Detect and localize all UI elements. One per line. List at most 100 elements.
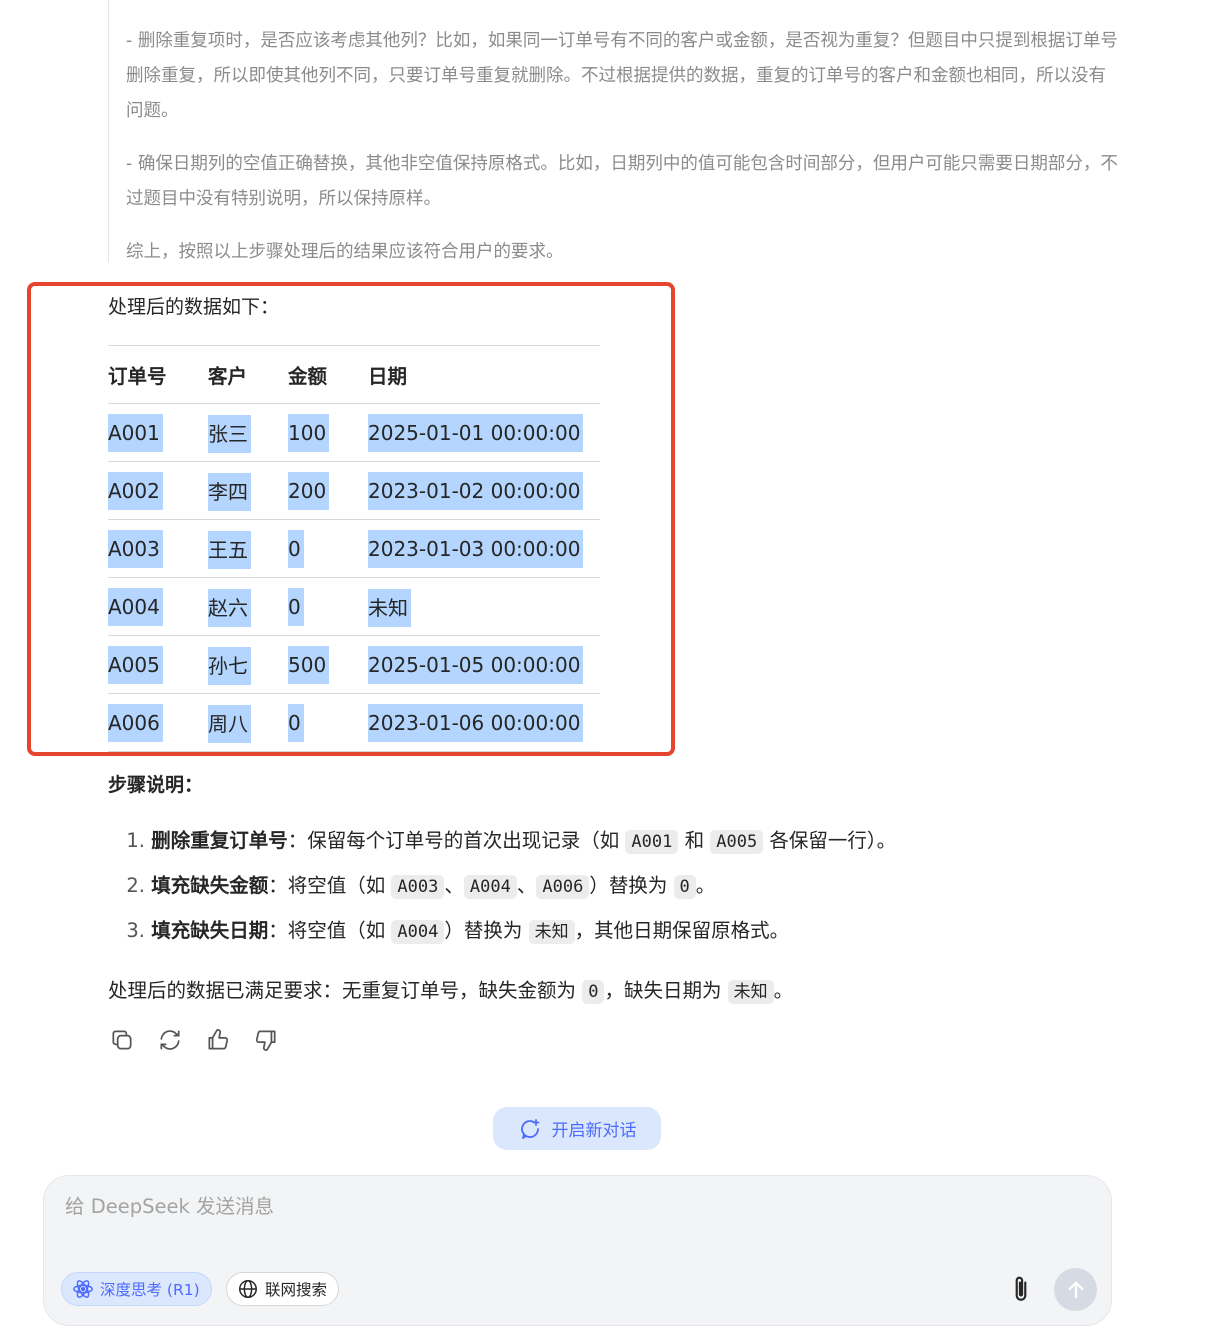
dislike-button[interactable] [252, 1026, 280, 1054]
step-text: 和 [678, 829, 711, 852]
table-cell[interactable]: 张三 [208, 403, 288, 462]
conclusion-text: 处理后的数据已满足要求：无重复订单号，缺失金额为 0 ，缺失日期为 未知。 [108, 974, 793, 1009]
attach-button[interactable] [1004, 1272, 1038, 1306]
table-cell[interactable]: 2023-01-06 00:00:00 [368, 693, 600, 752]
table-cell[interactable]: A004 [108, 577, 208, 636]
table-cell[interactable]: 100 [288, 403, 368, 462]
table-cell[interactable]: 500 [288, 635, 368, 694]
copy-button[interactable] [108, 1026, 136, 1054]
table-cell[interactable]: 2023-01-03 00:00:00 [368, 519, 600, 578]
cell-text: 周八 [208, 705, 251, 743]
table-cell[interactable]: 2023-01-02 00:00:00 [368, 461, 600, 520]
table-cell[interactable]: 2025-01-01 00:00:00 [368, 403, 600, 462]
deep-think-toggle[interactable]: 深度思考 (R1) [61, 1272, 212, 1306]
cell-text: 100 [288, 413, 330, 452]
step-bold-title: 填充缺失日期 [151, 919, 269, 942]
step-bold-title: 删除重复订单号 [151, 829, 288, 852]
cell-text: 李四 [208, 473, 251, 511]
inline-code: A006 [536, 875, 590, 899]
table-cell[interactable]: 孙七 [208, 635, 288, 694]
cell-text: 孙七 [208, 647, 251, 685]
table-cell[interactable]: 0 [288, 519, 368, 578]
cell-text: 0 [288, 587, 304, 626]
table-cell[interactable]: 王五 [208, 519, 288, 578]
step-text: ：保留每个订单号的首次出现记录（如 [287, 829, 626, 852]
new-chat-label: 开启新对话 [551, 1121, 637, 1141]
web-search-label: 联网搜索 [265, 1281, 328, 1299]
message-actions [108, 1026, 280, 1054]
table-cell[interactable]: 未知 [368, 577, 600, 636]
cell-text: A001 [108, 413, 163, 452]
cell-text: 200 [288, 471, 330, 510]
step-text: 、 [516, 874, 537, 897]
web-search-toggle[interactable]: 联网搜索 [226, 1272, 339, 1306]
table-cell[interactable]: 0 [288, 693, 368, 752]
cell-text: 张三 [208, 415, 251, 453]
inline-code: 0 [673, 875, 696, 899]
steps-list: 1. 删除重复订单号：保留每个订单号的首次出现记录（如 A001 和 A005 … [108, 824, 896, 959]
step-item: 3. 填充缺失日期：将空值（如 A004 ）替换为 未知 ，其他日期保留原格式。 [108, 914, 896, 959]
send-button[interactable] [1054, 1268, 1097, 1311]
table-cell[interactable]: A005 [108, 635, 208, 694]
cell-text: A005 [108, 645, 163, 684]
like-button[interactable] [204, 1026, 232, 1054]
cell-text: 0 [288, 529, 304, 568]
step-text: ：将空值（如 [268, 874, 392, 897]
cell-text: 2025-01-05 00:00:00 [368, 645, 584, 684]
table-cell[interactable]: A003 [108, 519, 208, 578]
cell-text: 2023-01-02 00:00:00 [368, 471, 584, 510]
cell-text: 2025-01-01 00:00:00 [368, 413, 584, 452]
column-header: 日期 [368, 345, 600, 404]
inline-code: A004 [391, 920, 445, 944]
table-cell[interactable]: 赵六 [208, 577, 288, 636]
table-row: A006 周八 0 2023-01-06 00:00:00 [108, 693, 600, 752]
cell-text: A002 [108, 471, 163, 510]
thumbs-down-icon [255, 1030, 276, 1051]
table-cell[interactable]: A006 [108, 693, 208, 752]
conclusion-part: 处理后的数据已满足要求：无重复订单号，缺失金额为 [108, 979, 583, 1002]
table-cell[interactable]: 周八 [208, 693, 288, 752]
table-cell[interactable]: 2025-01-05 00:00:00 [368, 635, 600, 694]
thumbs-up-icon [208, 1029, 229, 1050]
step-number: 1. [126, 829, 145, 852]
cell-text: 2023-01-06 00:00:00 [368, 703, 584, 742]
step-bold-title: 填充缺失金额 [151, 874, 269, 897]
inline-code: A004 [463, 875, 517, 899]
paperclip-icon [1015, 1276, 1027, 1301]
steps-title: 步骤说明： [108, 774, 204, 796]
step-text: ）替换为 [444, 919, 529, 942]
cell-text: 赵六 [208, 589, 251, 627]
atom-icon [73, 1280, 93, 1298]
table-cell[interactable]: 200 [288, 461, 368, 520]
message-input[interactable] [63, 1194, 967, 1219]
inline-code: 0 [582, 980, 605, 1004]
table-row: A002 李四 200 2023-01-02 00:00:00 [108, 461, 600, 520]
step-text: 、 [444, 874, 464, 897]
step-text: ）替换为 [589, 874, 674, 897]
inline-code: A003 [391, 875, 445, 899]
thinking-paragraph: 综上，按照以上步骤处理后的结果应该符合用户的要求。 [126, 242, 564, 262]
table-cell[interactable]: A001 [108, 403, 208, 462]
cell-text: A003 [108, 529, 163, 568]
thinking-paragraph: - 确保日期列的空值正确替换，其他非空值保持原格式。比如，日期列中的值可能包含时… [126, 154, 1118, 209]
step-text: 。 [695, 874, 716, 897]
regenerate-button[interactable] [156, 1026, 184, 1054]
table-row: A005 孙七 500 2025-01-05 00:00:00 [108, 635, 600, 694]
table-cell[interactable]: 李四 [208, 461, 288, 520]
inline-code: A005 [710, 830, 764, 854]
message-composer: 深度思考 (R1) 联网搜索 [43, 1175, 1112, 1326]
cell-text: 王五 [208, 531, 251, 569]
step-text: ：将空值（如 [268, 919, 392, 942]
new-chat-button[interactable]: 开启新对话 [493, 1107, 661, 1150]
table-cell[interactable]: A002 [108, 461, 208, 520]
chat-page: - 删除重复项时，是否应该考虑其他列？比如，如果同一订单号有不同的客户或金额，是… [0, 0, 1208, 1332]
step-text: ，其他日期保留原格式。 [574, 919, 790, 942]
table-header-row: 订单号 客户 金额 日期 [108, 345, 600, 404]
table-cell[interactable]: 0 [288, 577, 368, 636]
inline-code: 未知 [528, 920, 575, 944]
cell-text: A006 [108, 703, 163, 742]
step-item: 2. 填充缺失金额：将空值（如 A003、 A004、 A006 ）替换为 0。 [108, 869, 896, 914]
column-header: 客户 [208, 345, 288, 404]
column-header: 金额 [288, 345, 368, 404]
copy-icon [112, 1030, 132, 1050]
